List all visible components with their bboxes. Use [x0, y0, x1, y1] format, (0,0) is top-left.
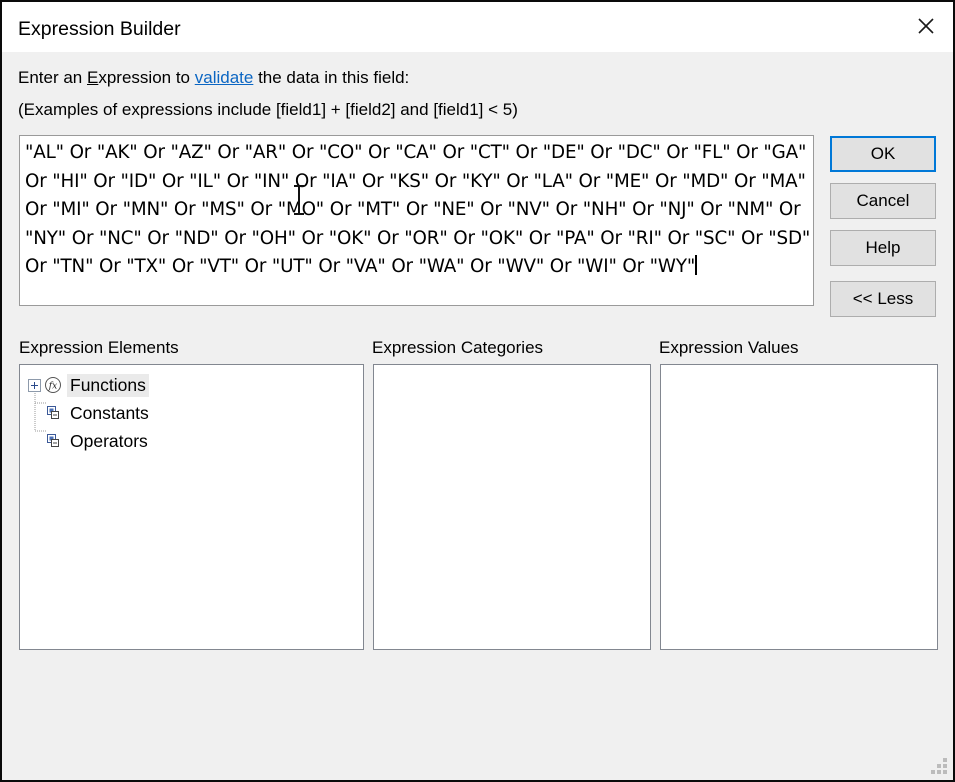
expression-elements-panel[interactable]: fx Functions: [19, 364, 364, 650]
expression-categories-label: Expression Categories: [372, 338, 543, 358]
node-squares-icon: [44, 432, 62, 450]
resize-grip[interactable]: [931, 758, 947, 774]
plus-expander-icon[interactable]: [28, 379, 41, 392]
prompt-suffix: the data in this field:: [253, 68, 409, 87]
tree-item-constants-label: Constants: [67, 402, 152, 425]
validate-link[interactable]: validate: [195, 68, 254, 87]
ok-button[interactable]: OK: [830, 136, 936, 172]
close-button[interactable]: [899, 2, 953, 50]
expression-input[interactable]: "AL" Or "AK" Or "AZ" Or "AR" Or "CO" Or …: [19, 135, 814, 306]
prompt-mid: to: [171, 68, 195, 87]
function-fx-icon: fx: [44, 376, 62, 394]
less-button[interactable]: << Less: [830, 281, 936, 317]
tree-item-operators[interactable]: Operators: [20, 427, 363, 455]
expression-elements-label: Expression Elements: [19, 338, 179, 358]
prompt-prefix: Enter an: [18, 68, 87, 87]
prompt-line-2: (Examples of expressions include [field1…: [18, 100, 518, 120]
tree-item-functions[interactable]: fx Functions: [20, 371, 363, 399]
expression-categories-panel[interactable]: [373, 364, 651, 650]
node-squares-icon: [44, 404, 62, 422]
svg-text:fx: fx: [48, 382, 57, 392]
expression-values-label: Expression Values: [659, 338, 799, 358]
tree-item-operators-label: Operators: [67, 430, 151, 453]
window-title: Expression Builder: [18, 18, 181, 41]
text-caret: [695, 255, 697, 275]
expression-builder-dialog: Expression Builder Enter an Expression t…: [0, 0, 955, 782]
prompt-accel-tail: xpression: [98, 68, 171, 87]
prompt-line-1: Enter an Expression to validate the data…: [18, 68, 409, 88]
cancel-button[interactable]: Cancel: [830, 183, 936, 219]
prompt-accelerator: E: [87, 68, 98, 87]
elements-tree: fx Functions: [20, 365, 363, 455]
tree-item-functions-label: Functions: [67, 374, 149, 397]
help-button[interactable]: Help: [830, 230, 936, 266]
expression-text: "AL" Or "AK" Or "AZ" Or "AR" Or "CO" Or …: [25, 139, 811, 282]
title-bar: Expression Builder: [2, 2, 953, 52]
dialog-body: Enter an Expression to validate the data…: [2, 52, 953, 780]
tree-item-constants[interactable]: Constants: [20, 399, 363, 427]
expression-values-panel[interactable]: [660, 364, 938, 650]
close-icon: [916, 16, 936, 36]
